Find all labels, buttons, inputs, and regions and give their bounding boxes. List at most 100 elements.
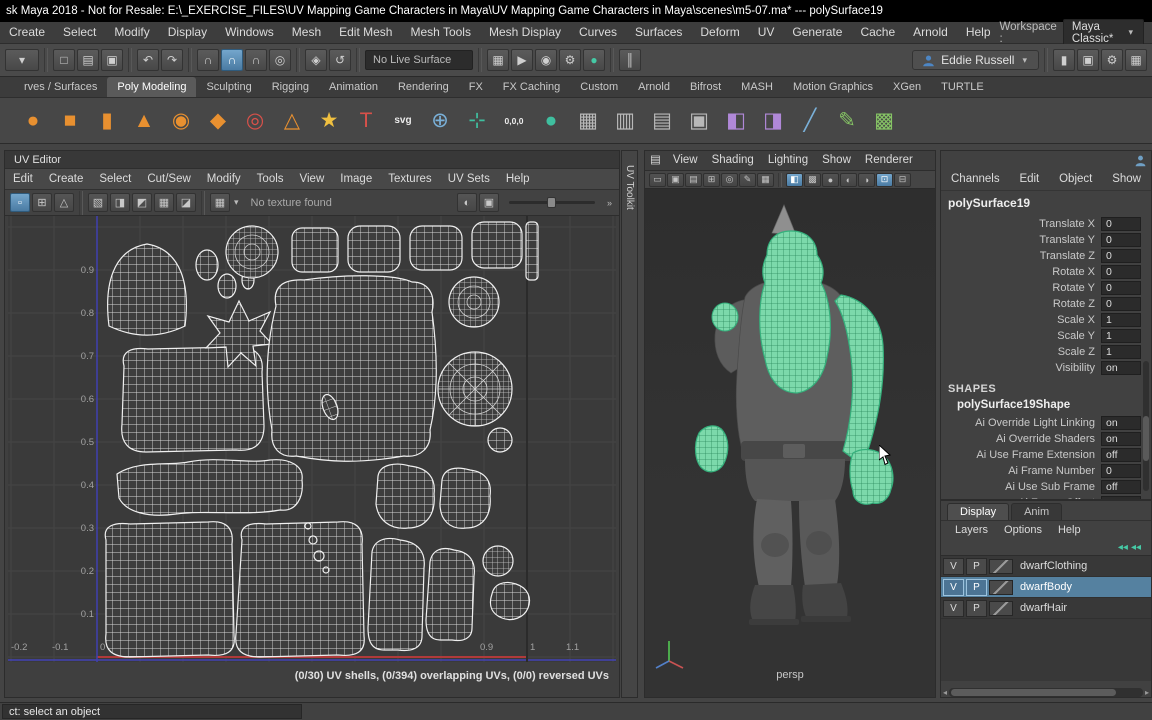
aa-toggle-icon[interactable]: ⊡ bbox=[876, 172, 893, 187]
attr-value-field[interactable]: 1 bbox=[1101, 313, 1141, 327]
snap-to-point-icon[interactable]: ∩ bbox=[245, 49, 267, 71]
toolbar-separator[interactable] bbox=[778, 172, 782, 187]
menu-generate[interactable]: Generate bbox=[783, 22, 851, 43]
camera-select-icon[interactable]: ▭ bbox=[649, 172, 666, 187]
grease-pencil-icon[interactable]: ✎ bbox=[739, 172, 756, 187]
uv-menu-cut-sew[interactable]: Cut/Sew bbox=[139, 169, 198, 190]
safe-title-icon[interactable]: ◑ bbox=[858, 172, 875, 187]
vp-menu-shading[interactable]: Shading bbox=[705, 150, 761, 171]
move-layer-down-icon[interactable]: ◂◂ bbox=[1131, 542, 1141, 553]
tab-display[interactable]: Display bbox=[947, 503, 1010, 520]
redo-icon[interactable]: ↷ bbox=[161, 49, 183, 71]
attr-value-field[interactable]: 0 bbox=[1101, 217, 1141, 231]
render-view-icon[interactable]: ▦ bbox=[487, 49, 509, 71]
toolbar-separator[interactable] bbox=[188, 48, 192, 72]
layer-playback-toggle[interactable]: P bbox=[966, 578, 987, 596]
quad-draw-icon[interactable]: ✎ bbox=[830, 103, 864, 139]
shelf-tab-motion-graphics[interactable]: Motion Graphics bbox=[783, 77, 883, 97]
toolbar-separator[interactable] bbox=[1044, 48, 1048, 72]
attr-value-field[interactable]: on bbox=[1101, 432, 1141, 446]
toolbar-separator[interactable] bbox=[79, 190, 83, 215]
poly-cube-icon[interactable]: ■ bbox=[53, 103, 87, 139]
poly-plane-icon[interactable]: ◆ bbox=[201, 103, 235, 139]
isolate-select-icon[interactable]: ⊟ bbox=[894, 172, 911, 187]
live-surface-field[interactable]: No Live Surface bbox=[365, 50, 473, 70]
uv-pivot-icon[interactable]: △ bbox=[54, 193, 74, 212]
layer-color-swatch[interactable] bbox=[989, 579, 1013, 595]
toolbar-separator[interactable] bbox=[610, 48, 614, 72]
menu-edit-mesh[interactable]: Edit Mesh bbox=[330, 22, 401, 43]
selected-node-name[interactable]: polySurface19 bbox=[941, 191, 1151, 216]
menu-create[interactable]: Create bbox=[0, 22, 54, 43]
shelf-tab-custom[interactable]: Custom bbox=[570, 77, 628, 97]
save-scene-icon[interactable]: ▣ bbox=[101, 49, 123, 71]
attribute-editor-toggle-icon[interactable]: ▣ bbox=[1077, 49, 1099, 71]
snap-together-icon[interactable]: ⊹ bbox=[460, 103, 494, 139]
layer-visibility-toggle[interactable]: V bbox=[943, 578, 964, 596]
type-tool-icon[interactable]: T bbox=[349, 103, 383, 139]
new-scene-icon[interactable]: □ bbox=[53, 49, 75, 71]
gate-mask-icon[interactable]: ● bbox=[822, 172, 839, 187]
workspace-dropdown[interactable]: Maya Classic* ▾ bbox=[1062, 18, 1144, 47]
snap-to-curve-icon[interactable]: ∩ bbox=[221, 49, 243, 71]
poly-pipe-icon[interactable]: ▣ bbox=[682, 103, 716, 139]
toolbar-separator[interactable] bbox=[478, 48, 482, 72]
layer-row-dwarfbody[interactable]: V P dwarfBody bbox=[941, 577, 1151, 598]
attr-value-field[interactable]: 1 bbox=[1101, 329, 1141, 343]
make-live-icon[interactable]: ◈ bbox=[305, 49, 327, 71]
layer-color-swatch[interactable] bbox=[989, 558, 1013, 574]
slider-handle[interactable] bbox=[546, 197, 556, 208]
uv-menu-select[interactable]: Select bbox=[91, 169, 139, 190]
attr-value-field[interactable]: 0 bbox=[1101, 265, 1141, 279]
shelf-tab-fx-caching[interactable]: FX Caching bbox=[493, 77, 570, 97]
layer-row-dwarfclothing[interactable]: V P dwarfClothing bbox=[941, 556, 1151, 577]
shelf-tab-fx[interactable]: FX bbox=[459, 77, 493, 97]
shelf-tab-turtle[interactable]: TURTLE bbox=[931, 77, 994, 97]
character-icon[interactable] bbox=[1134, 154, 1147, 167]
toolbar-separator[interactable] bbox=[44, 48, 48, 72]
camera-lock-icon[interactable]: ▣ bbox=[667, 172, 684, 187]
construction-history-icon[interactable]: ↺ bbox=[329, 49, 351, 71]
menu-uv[interactable]: UV bbox=[749, 22, 784, 43]
uv-canvas[interactable]: 0.9 0.8 0.7 0.6 0.5 0.4 0.3 0.2 0.1 -0.2… bbox=[8, 216, 616, 662]
uv-menu-create[interactable]: Create bbox=[41, 169, 92, 190]
help-menu[interactable]: Help bbox=[1052, 520, 1087, 541]
svg-tool-icon[interactable]: svg bbox=[386, 103, 420, 139]
modeling-toolkit-toggle-icon[interactable]: ▮ bbox=[1053, 49, 1075, 71]
shelf-tab-arnold[interactable]: Arnold bbox=[628, 77, 680, 97]
open-scene-icon[interactable]: ▤ bbox=[77, 49, 99, 71]
layer-row-dwarfhair[interactable]: V P dwarfHair bbox=[941, 598, 1151, 619]
panel-more-icon[interactable]: » bbox=[605, 198, 614, 208]
shelf-tab-mash[interactable]: MASH bbox=[731, 77, 783, 97]
origin-locator-icon[interactable]: 0,0,0 bbox=[497, 103, 531, 139]
uv-isolate-icon[interactable]: ◐ bbox=[456, 193, 477, 212]
menu-arnold[interactable]: Arnold bbox=[904, 22, 957, 43]
scrollbar-handle[interactable] bbox=[951, 688, 1117, 696]
render-settings-icon[interactable]: ⚙ bbox=[559, 49, 581, 71]
shelf-tab-bifrost[interactable]: Bifrost bbox=[680, 77, 731, 97]
menu-select[interactable]: Select bbox=[54, 22, 105, 43]
smooth-sphere-icon[interactable]: ● bbox=[534, 103, 568, 139]
menu-modify[interactable]: Modify bbox=[105, 22, 158, 43]
shelf-tab-animation[interactable]: Animation bbox=[319, 77, 388, 97]
platonic-solid-icon[interactable]: △ bbox=[275, 103, 309, 139]
shelf-tab-sculpting[interactable]: Sculpting bbox=[196, 77, 261, 97]
chevron-down-icon[interactable]: ▾ bbox=[232, 197, 241, 208]
layer-name[interactable]: dwarfBody bbox=[1015, 581, 1072, 593]
uv-grid-snap-icon[interactable]: ⊞ bbox=[32, 193, 52, 212]
menu-mesh-tools[interactable]: Mesh Tools bbox=[401, 22, 479, 43]
grid-toggle-icon[interactable]: ▦ bbox=[757, 172, 774, 187]
menu-cache[interactable]: Cache bbox=[851, 22, 904, 43]
multi-cut-icon[interactable]: ╱ bbox=[793, 103, 827, 139]
snap-to-grid-icon[interactable]: ∩ bbox=[197, 49, 219, 71]
construction-aid-icon[interactable]: ⊕ bbox=[423, 103, 457, 139]
uv-select-mode-icon[interactable]: ▫ bbox=[10, 193, 30, 212]
bookmark-icon[interactable]: ▤ bbox=[685, 172, 702, 187]
poly-sphere-icon[interactable]: ● bbox=[16, 103, 50, 139]
move-layer-up-icon[interactable]: ◂◂ bbox=[1118, 542, 1128, 553]
film-gate-icon[interactable]: ◧ bbox=[786, 172, 803, 187]
uv-menu-help[interactable]: Help bbox=[498, 169, 538, 190]
scroll-left-icon[interactable]: ◂ bbox=[943, 688, 947, 697]
toolbar-separator[interactable] bbox=[201, 190, 205, 215]
shelf-tab-xgen[interactable]: XGen bbox=[883, 77, 931, 97]
